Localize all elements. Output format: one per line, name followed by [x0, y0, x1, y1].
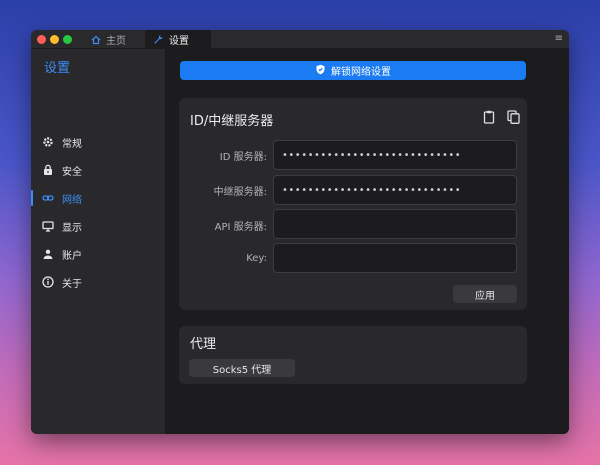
copy-icon[interactable]: [507, 109, 520, 128]
socks5-proxy-button[interactable]: Socks5 代理: [189, 359, 295, 377]
sidebar-item-label: 安全: [62, 166, 82, 178]
monitor-icon: [42, 220, 54, 232]
relay-server-label: 中继服务器:: [213, 187, 267, 198]
proxy-card: 代理 Socks5 代理: [179, 326, 527, 384]
title-bar: 主页 设置 ≡: [31, 30, 569, 49]
close-window-button[interactable]: [37, 35, 46, 44]
home-icon: [91, 35, 101, 45]
menu-icon[interactable]: ≡: [555, 34, 563, 44]
info-icon: [42, 276, 54, 288]
id-relay-title: ID/中继服务器: [190, 114, 274, 129]
sidebar-item-about[interactable]: 关于: [31, 271, 166, 293]
sidebar-item-label: 网络: [62, 194, 82, 206]
sidebar-title: 设置: [44, 61, 71, 76]
minimize-window-button[interactable]: [50, 35, 59, 44]
sidebar-item-general[interactable]: 常规: [31, 131, 166, 153]
api-server-field[interactable]: [273, 209, 517, 239]
gear-icon: [42, 136, 54, 148]
clipboard-icon[interactable]: [483, 109, 495, 128]
sidebar-item-display[interactable]: 显示: [31, 215, 166, 237]
sidebar-item-account[interactable]: 账户: [31, 243, 166, 265]
tab-home[interactable]: 主页: [83, 30, 134, 49]
id-relay-server-card: ID/中继服务器 ID 服务器: •••••••••••••••••••••••…: [179, 98, 527, 310]
unlock-network-settings-button[interactable]: 解锁网络设置: [180, 61, 526, 80]
sidebar-item-label: 常规: [62, 138, 82, 150]
card-actions: [483, 109, 520, 128]
key-field[interactable]: [273, 243, 517, 273]
link-icon: [42, 192, 54, 204]
tab-settings-label: 设置: [169, 36, 189, 47]
apply-button[interactable]: 应用: [453, 285, 517, 303]
id-server-label: ID 服务器:: [219, 152, 267, 163]
id-server-field[interactable]: ••••••••••••••••••••••••••••: [273, 140, 517, 170]
tab-settings[interactable]: 设置: [145, 30, 211, 49]
sidebar: 设置 常规 安全 网络 显示 账户 关于: [31, 49, 166, 434]
relay-server-field[interactable]: ••••••••••••••••••••••••••••: [273, 175, 517, 205]
shield-icon: [315, 64, 326, 78]
tab-home-label: 主页: [106, 36, 126, 47]
sidebar-item-label: 显示: [62, 222, 82, 234]
proxy-title: 代理: [190, 337, 217, 352]
lock-icon: [42, 164, 54, 176]
sidebar-item-network[interactable]: 网络: [31, 187, 166, 209]
api-server-label: API 服务器:: [214, 222, 267, 233]
sidebar-item-label: 账户: [62, 250, 82, 262]
sidebar-item-label: 关于: [62, 278, 82, 290]
wrench-icon: [153, 34, 164, 45]
user-icon: [42, 248, 54, 260]
unlock-button-label: 解锁网络设置: [331, 67, 391, 78]
sidebar-item-security[interactable]: 安全: [31, 159, 166, 181]
app-window: 主页 设置 ≡ 设置 常规 安全 网络 显示 账户 关于 解锁网络设置 ID/中…: [31, 30, 569, 434]
key-label: Key:: [246, 253, 267, 264]
settings-panel: 解锁网络设置 ID/中继服务器 ID 服务器: ••••••••••••••••…: [167, 49, 569, 434]
maximize-window-button[interactable]: [63, 35, 72, 44]
